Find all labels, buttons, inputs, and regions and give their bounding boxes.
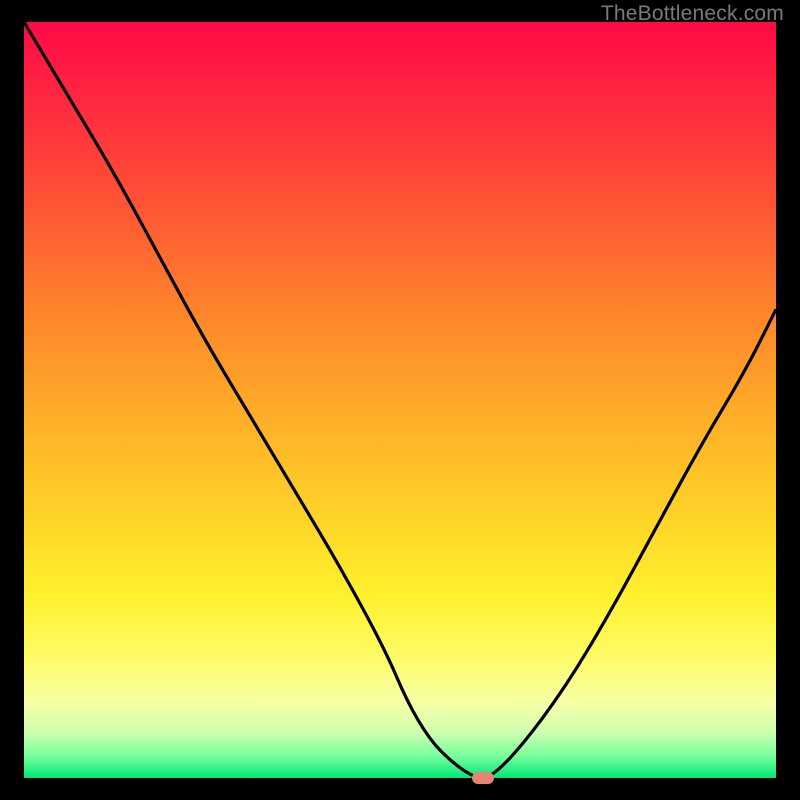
plot-area: [24, 22, 776, 778]
chart-frame: TheBottleneck.com: [0, 0, 800, 800]
bottleneck-curve: [24, 22, 776, 778]
optimum-marker: [472, 772, 494, 784]
watermark-text: TheBottleneck.com: [601, 2, 784, 26]
